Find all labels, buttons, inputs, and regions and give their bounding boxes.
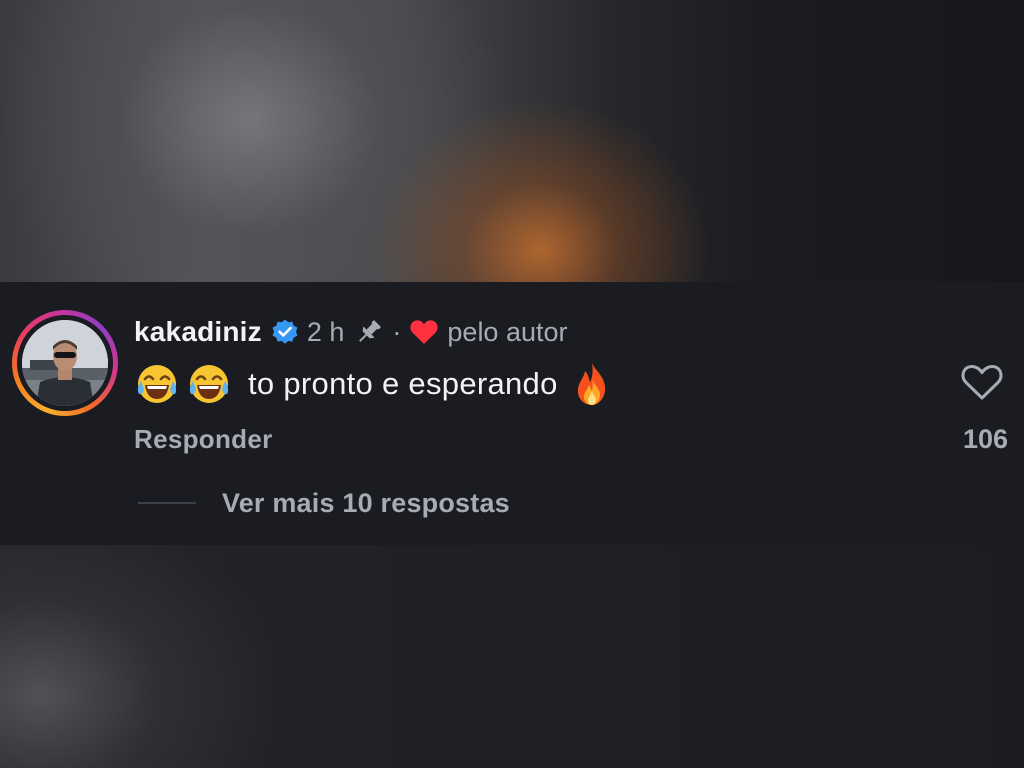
- view-more-replies-label[interactable]: Ver mais 10 respostas: [222, 488, 510, 519]
- like-count[interactable]: 106: [963, 424, 1008, 455]
- verified-badge-icon: [271, 318, 299, 346]
- comment-text: to pronto e esperando: [248, 366, 558, 401]
- tears-of-joy-emoji: [186, 361, 232, 407]
- blurred-background-top: [0, 0, 1024, 282]
- fire-emoji: [572, 361, 612, 407]
- like-button[interactable]: [960, 362, 1004, 402]
- liked-by-author-label: pelo autor: [447, 316, 568, 347]
- avatar[interactable]: [22, 320, 108, 406]
- blurred-background-bottom: [0, 545, 1024, 768]
- reply-button[interactable]: Responder: [134, 424, 273, 455]
- replies-divider: [138, 502, 196, 504]
- view-more-replies[interactable]: Ver mais 10 respostas: [138, 485, 510, 521]
- tears-of-joy-emoji: [134, 361, 180, 407]
- comment-meta: kakadiniz 2 h · pelo autor: [134, 314, 568, 350]
- separator-dot: ·: [392, 316, 402, 347]
- username[interactable]: kakadiniz: [134, 316, 262, 348]
- heart-filled-icon: [409, 318, 439, 346]
- comment: kakadiniz 2 h · pelo autor to pronto e e…: [0, 282, 1024, 545]
- comment-time: 2 h: [306, 316, 345, 347]
- heart-outline-icon: [961, 365, 1003, 400]
- comment-body: to pronto e esperando: [134, 360, 612, 408]
- story-ring[interactable]: [12, 310, 118, 416]
- screen: kakadiniz 2 h · pelo autor to pronto e e…: [0, 0, 1024, 768]
- pin-icon: [354, 317, 384, 347]
